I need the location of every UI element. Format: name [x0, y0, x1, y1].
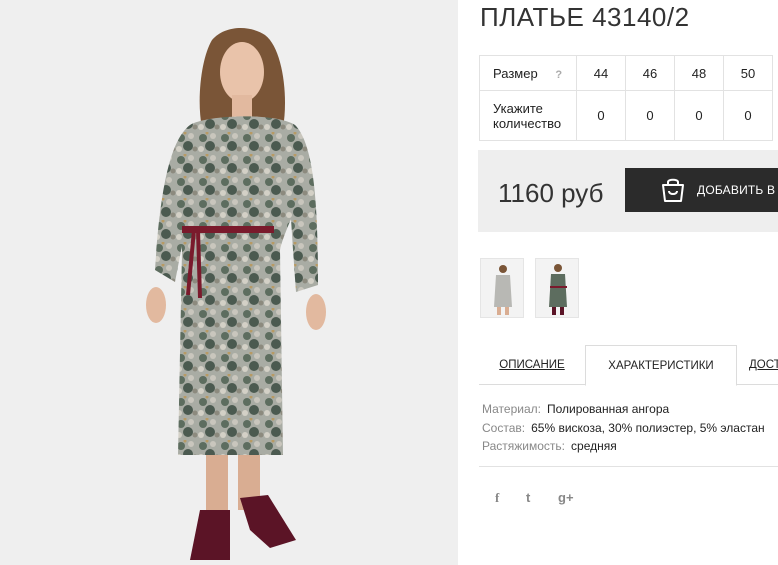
- dress-illustration: [146, 28, 326, 560]
- quantity-header: Укажите количество: [479, 90, 577, 141]
- product-photo[interactable]: [0, 0, 458, 565]
- tab-description-label: ОПИСАНИЕ: [499, 359, 565, 371]
- spec-row: Материал: Полированная ангора: [482, 400, 765, 419]
- size-header-label: Размер: [493, 65, 538, 81]
- spec-value: 65% вискоза, 30% полиэстер, 5% эластан: [531, 420, 765, 435]
- product-title: ПЛАТЬЕ 43140/2: [480, 2, 690, 32]
- tab-characteristics-label: ХАРАКТЕРИСТИКИ: [608, 360, 714, 372]
- quantity-input[interactable]: 0: [674, 90, 724, 141]
- tab-delivery-label: ДОСТАВКА: [749, 359, 778, 371]
- quantity-input[interactable]: 0: [625, 90, 675, 141]
- twitter-icon[interactable]: t: [526, 490, 530, 505]
- size-header: Размер ?: [479, 55, 577, 91]
- quantity-row: Укажите количество 0 0 0 0: [479, 90, 773, 141]
- size-quantity-table: Размер ? 44 46 48 50 Укажите количество …: [479, 55, 773, 141]
- size-cell: 46: [625, 55, 675, 91]
- thumbnail-2[interactable]: [535, 258, 579, 318]
- product-tabs: ОПИСАНИЕ ХАРАКТЕРИСТИКИ ДОСТАВКА: [479, 345, 778, 386]
- size-help-icon[interactable]: ?: [555, 69, 562, 81]
- spec-value: Полированная ангора: [546, 402, 670, 416]
- size-cell: 48: [674, 55, 724, 91]
- thumbnail-1[interactable]: [480, 258, 524, 318]
- google-plus-icon[interactable]: g+: [558, 490, 574, 505]
- shopping-bag-icon: [662, 178, 684, 202]
- size-cell: 50: [723, 55, 773, 91]
- spec-key: Состав:: [482, 420, 526, 435]
- tab-delivery[interactable]: ДОСТАВКА: [749, 345, 778, 384]
- spec-key: Растяжимость:: [482, 439, 566, 453]
- add-to-order-button[interactable]: ДОБАВИТЬ В ЗАКАЗ: [625, 168, 778, 212]
- quantity-input[interactable]: 0: [576, 90, 626, 141]
- spec-row: Растяжимость: средняя: [482, 437, 765, 456]
- size-row: Размер ? 44 46 48 50: [479, 55, 773, 91]
- facebook-icon[interactable]: f: [495, 490, 499, 506]
- thumbnail-1-image: [481, 259, 523, 317]
- price-panel: 1160 руб ДОБАВИТЬ В ЗАКАЗ: [478, 150, 778, 232]
- tab-description[interactable]: ОПИСАНИЕ: [479, 345, 585, 384]
- quantity-input[interactable]: 0: [723, 90, 773, 141]
- section-divider: [479, 466, 778, 467]
- price-value: 1160 руб: [498, 178, 604, 208]
- thumbnail-2-image: [536, 259, 578, 317]
- size-cell: 44: [576, 55, 626, 91]
- tab-characteristics[interactable]: ХАРАКТЕРИСТИКИ: [585, 345, 737, 386]
- add-to-order-label: ДОБАВИТЬ В ЗАКАЗ: [697, 183, 778, 197]
- spec-value: средняя: [571, 439, 617, 453]
- specs-list: Материал: Полированная ангора Состав: 65% …: [482, 400, 765, 456]
- spec-row: Состав: 65% вискоза, 30% полиэстер, 5% эл…: [482, 419, 765, 438]
- spec-key: Материал:: [482, 402, 541, 416]
